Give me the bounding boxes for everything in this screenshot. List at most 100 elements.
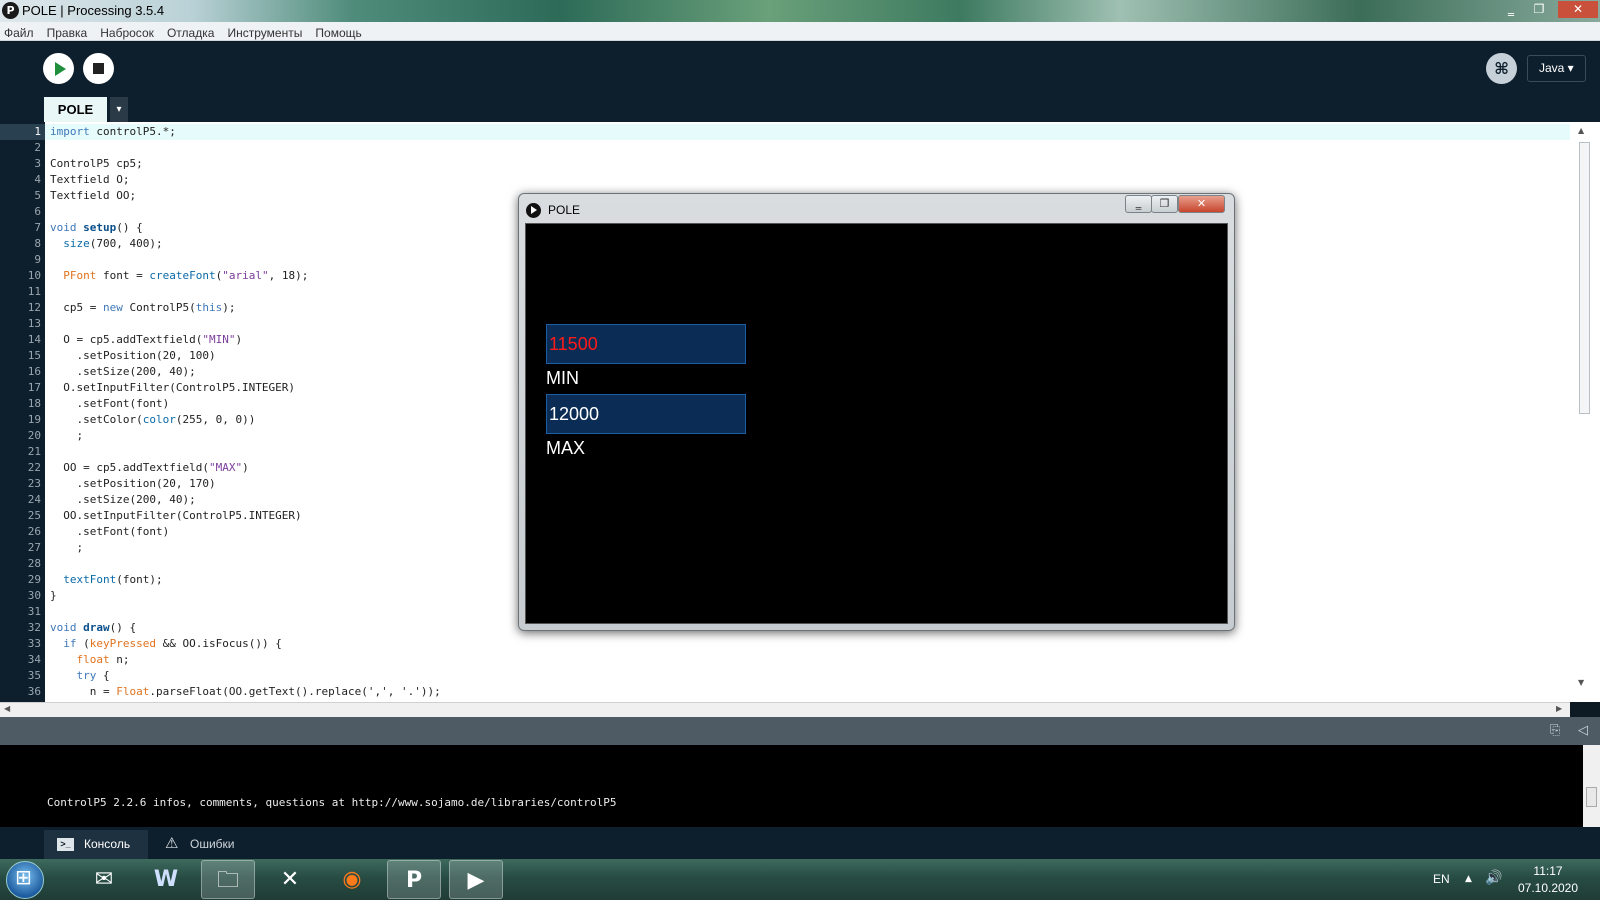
scroll-left-icon[interactable]: ◀ [4, 704, 10, 713]
close-button[interactable]: ✕ [1558, 1, 1598, 18]
code-line[interactable]: n = Float.parseFloat(OO.getText().replac… [50, 684, 441, 700]
code-line[interactable]: OO = cp5.addTextfield("MAX") [50, 460, 248, 476]
console-scroll-thumb[interactable] [1586, 787, 1597, 807]
line-number: 18 [27, 397, 41, 410]
current-line-highlight [45, 124, 1570, 140]
max-textfield[interactable]: 12000 [546, 394, 746, 434]
line-number: 26 [27, 525, 41, 538]
tab-menu-button[interactable]: ▾ [110, 97, 128, 122]
line-number: 21 [27, 445, 41, 458]
code-line[interactable]: ; [50, 428, 83, 444]
line-number: 30 [27, 589, 41, 602]
min-textfield[interactable]: 11500 [546, 324, 746, 364]
clock-time[interactable]: 11:17 [1518, 863, 1578, 879]
line-number: 12 [27, 301, 41, 314]
scroll-up-icon[interactable]: ▲ [1578, 126, 1584, 135]
run-button[interactable] [43, 53, 74, 84]
explorer-icon[interactable]: 🗀 [201, 860, 255, 899]
console-output: ControlP5 2.2.6 infos, comments, questio… [0, 745, 1600, 827]
code-line[interactable]: if (keyPressed && OO.isFocus()) { [50, 636, 282, 652]
sketch-close-button[interactable]: ✕ [1178, 195, 1225, 213]
line-number: 9 [34, 253, 41, 266]
code-line[interactable]: .setColor(color(255, 0, 0)) [50, 412, 255, 428]
code-line[interactable]: float n; [50, 652, 130, 668]
tab-errors[interactable]: ⚠ Ошибки [150, 830, 254, 859]
sketch-canvas[interactable]: 11500 MIN 12000 MAX [525, 223, 1228, 624]
menu-file[interactable]: Файл [0, 24, 38, 40]
sketch-maximize-button[interactable]: ❐ [1151, 195, 1178, 213]
menu-edit[interactable]: Правка [43, 24, 92, 40]
sketch-run-icon[interactable]: ▶ [449, 860, 503, 899]
code-line[interactable]: void draw() { [50, 620, 136, 636]
code-line[interactable]: .setSize(200, 40); [50, 492, 195, 508]
maximize-button[interactable]: ❐ [1526, 1, 1552, 18]
code-line[interactable]: size(700, 400); [50, 236, 162, 252]
sketch-window[interactable]: POLE ‗ ❐ ✕ 11500 MIN 12000 MAX [518, 193, 1235, 631]
speaker-icon[interactable]: 🔊 [1485, 870, 1502, 886]
line-number: 31 [27, 605, 41, 618]
minimize-button[interactable]: ‗ [1498, 1, 1524, 18]
menu-debug[interactable]: Отладка [163, 24, 218, 40]
code-line[interactable]: void setup() { [50, 220, 143, 236]
x-app-icon[interactable]: ✕ [263, 860, 317, 899]
line-number: 25 [27, 509, 41, 522]
code-line[interactable]: .setPosition(20, 100) [50, 348, 215, 364]
code-line[interactable]: Textfield O; [50, 172, 129, 188]
tab-console-label: Консоль [84, 837, 131, 851]
line-number: 34 [27, 653, 41, 666]
start-button[interactable] [6, 861, 44, 899]
code-line[interactable]: } [50, 588, 57, 604]
line-number: 19 [27, 413, 41, 426]
menu-tools[interactable]: Инструменты [224, 24, 307, 40]
menu-help[interactable]: Помощь [311, 24, 365, 40]
code-line[interactable]: import controlP5.*; [50, 124, 176, 140]
code-line[interactable]: ; [50, 540, 83, 556]
word-icon[interactable]: W [139, 860, 193, 899]
toolbar: ⌘ Java ▾ [0, 42, 1600, 94]
menu-sketch[interactable]: Набросок [96, 24, 158, 40]
code-line[interactable]: .setFont(font) [50, 524, 169, 540]
console-message: ControlP5 2.2.6 infos, comments, questio… [47, 796, 617, 809]
code-line[interactable]: O.setInputFilter(ControlP5.INTEGER) [50, 380, 295, 396]
show-hidden-icons-icon[interactable]: ▲ [1465, 874, 1472, 884]
line-number: 10 [27, 269, 41, 282]
scroll-right-icon[interactable]: ▶ [1556, 704, 1562, 713]
warning-icon: ⚠ [165, 835, 179, 852]
collapse-console-icon[interactable]: ◁ [1578, 723, 1588, 738]
scroll-thumb[interactable] [1579, 142, 1590, 414]
code-line[interactable]: .setPosition(20, 170) [50, 476, 215, 492]
mode-selector[interactable]: Java ▾ [1527, 55, 1586, 82]
copy-console-icon[interactable]: ⎘ [1550, 723, 1560, 738]
clock-date[interactable]: 07.10.2020 [1514, 880, 1582, 896]
code-line[interactable]: textFont(font); [50, 572, 162, 588]
code-line[interactable]: ControlP5 cp5; [50, 156, 143, 172]
editor-vertical-scrollbar[interactable]: ▲ ▼ [1570, 122, 1600, 702]
code-line[interactable]: OO.setInputFilter(ControlP5.INTEGER) [50, 508, 301, 524]
code-line[interactable]: .setSize(200, 40); [50, 364, 195, 380]
stop-button[interactable] [83, 53, 114, 84]
processing-icon[interactable]: P [387, 860, 441, 899]
code-line[interactable]: .setFont(font) [50, 396, 169, 412]
code-line[interactable]: Textfield OO; [50, 188, 136, 204]
sketch-minimize-button[interactable]: ‗ [1125, 195, 1152, 213]
tab-console[interactable]: >_ Консоль [44, 830, 148, 859]
code-line[interactable]: cp5 = new ControlP5(this); [50, 300, 235, 316]
code-line[interactable]: O = cp5.addTextfield("MIN") [50, 332, 242, 348]
code-line[interactable]: PFont font = createFont("arial", 18); [50, 268, 308, 284]
line-number: 36 [27, 685, 41, 698]
line-number: 29 [27, 573, 41, 586]
line-number: 33 [27, 637, 41, 650]
language-indicator[interactable]: EN [1433, 872, 1450, 886]
line-number: 15 [27, 349, 41, 362]
firefox-icon[interactable]: ◉ [325, 860, 379, 899]
console-icon: >_ [57, 838, 74, 851]
editor-horizontal-scrollbar[interactable]: ◀ ▶ [0, 702, 1570, 717]
menu-bar: Файл Правка Набросок Отладка Инструменты… [0, 22, 1600, 41]
tab-pole[interactable]: POLE [44, 97, 107, 122]
code-line[interactable]: try { [50, 668, 110, 684]
outlook-icon[interactable]: ✉ [77, 860, 131, 899]
line-number: 7 [34, 221, 41, 234]
scroll-down-icon[interactable]: ▼ [1578, 678, 1584, 687]
console-scrollbar[interactable] [1583, 745, 1600, 827]
debug-mode-icon[interactable]: ⌘ [1486, 53, 1517, 84]
